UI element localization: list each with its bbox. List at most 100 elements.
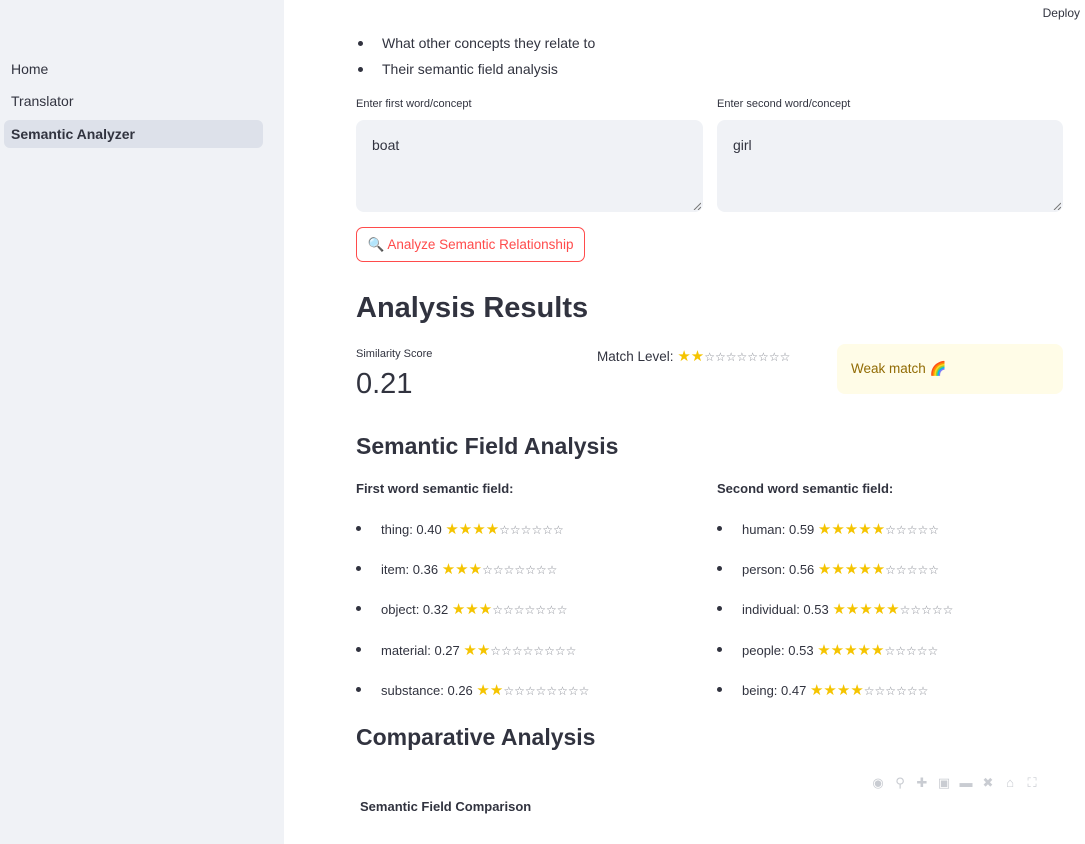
list-item-text: Their semantic field analysis xyxy=(382,61,558,77)
zoom-out-icon[interactable]: ▬ xyxy=(958,775,974,793)
list-item-text: being: 0.47 ★★★★☆☆☆☆☆☆ xyxy=(742,681,928,699)
zoom-in-icon[interactable]: ▣ xyxy=(936,775,952,793)
field-score-label: person: 0.56 xyxy=(742,562,818,577)
bullet-dot xyxy=(356,687,361,692)
star-filled-icon: ★ xyxy=(817,521,832,538)
list-item-text: thing: 0.40 ★★★★☆☆☆☆☆☆ xyxy=(381,520,564,538)
field-score-stars: ★★★★★☆☆☆☆☆ xyxy=(832,601,953,618)
sidebar-item-semantic-analyzer[interactable]: Semantic Analyzer xyxy=(4,120,263,148)
star-empty-icon: ☆ xyxy=(533,644,545,658)
pan-icon[interactable]: ✚ xyxy=(914,775,930,793)
field-score-stars: ★★★★☆☆☆☆☆☆ xyxy=(810,682,928,699)
second-word-input[interactable]: girl xyxy=(717,120,1063,212)
star-filled-icon: ★ xyxy=(823,682,837,699)
chart-toolbar: ◉ ⚲ ✚ ▣ ▬ ✖ ⌂ ⛶ xyxy=(870,775,1040,793)
list-item-text: people: 0.53 ★★★★★☆☆☆☆☆ xyxy=(742,641,938,659)
comparative-analysis-heading: Comparative Analysis xyxy=(356,724,596,750)
star-filled-icon: ★ xyxy=(465,601,479,618)
star-filled-icon: ★ xyxy=(458,521,473,538)
star-empty-icon: ☆ xyxy=(895,644,906,658)
field-score-label: individual: 0.53 xyxy=(742,602,833,617)
star-filled-icon: ★ xyxy=(817,561,832,578)
star-empty-icon: ☆ xyxy=(905,644,917,658)
star-filled-icon: ★ xyxy=(858,521,872,538)
field-score-stars: ★★★★★☆☆☆☆☆ xyxy=(817,561,939,578)
star-filled-icon: ★ xyxy=(831,521,845,538)
star-filled-icon: ★ xyxy=(859,601,873,618)
star-filled-icon: ★ xyxy=(845,601,860,618)
star-filled-icon: ★ xyxy=(831,561,845,578)
semantic-field-heading: Semantic Field Analysis xyxy=(356,433,619,459)
star-filled-icon: ★ xyxy=(445,521,459,538)
bullet-dot xyxy=(356,647,361,652)
star-empty-icon: ☆ xyxy=(704,350,715,364)
field-score-label: object: 0.32 xyxy=(381,602,452,617)
star-filled-icon: ★ xyxy=(690,348,705,365)
bullet-dot xyxy=(356,566,361,571)
first-field-heading: First word semantic field: xyxy=(356,481,514,496)
camera-icon[interactable]: ◉ xyxy=(870,775,886,793)
bullet-dot xyxy=(717,647,722,652)
field-score-stars: ★★★★★☆☆☆☆☆ xyxy=(817,521,939,538)
star-empty-icon: ☆ xyxy=(535,603,547,617)
star-empty-icon: ☆ xyxy=(736,350,748,364)
star-filled-icon: ★ xyxy=(832,601,846,618)
star-filled-icon: ★ xyxy=(476,682,490,699)
sidebar-item-home[interactable]: Home xyxy=(4,55,263,83)
list-item-text: object: 0.32 ★★★☆☆☆☆☆☆☆ xyxy=(381,600,568,618)
field-score-label: substance: 0.26 xyxy=(381,683,477,698)
star-empty-icon: ☆ xyxy=(531,523,543,537)
star-empty-icon: ☆ xyxy=(492,603,503,617)
star-empty-icon: ☆ xyxy=(492,563,504,577)
star-empty-icon: ☆ xyxy=(542,523,553,537)
star-empty-icon: ☆ xyxy=(544,644,555,658)
resize-grip-icon[interactable] xyxy=(1053,202,1061,210)
zoom-icon[interactable]: ⚲ xyxy=(892,775,908,793)
star-empty-icon: ☆ xyxy=(917,523,929,537)
star-empty-icon: ☆ xyxy=(524,603,536,617)
star-empty-icon: ☆ xyxy=(557,684,568,698)
field-score-label: human: 0.59 xyxy=(742,522,818,537)
resize-grip-icon[interactable] xyxy=(693,202,701,210)
bullet-dot xyxy=(358,41,363,46)
star-empty-icon: ☆ xyxy=(863,684,875,698)
main-content: What other concepts they relate to Their… xyxy=(284,0,1085,844)
star-empty-icon: ☆ xyxy=(522,644,534,658)
star-empty-icon: ☆ xyxy=(917,563,929,577)
first-word-input[interactable]: boat xyxy=(356,120,703,212)
star-empty-icon: ☆ xyxy=(525,563,536,577)
list-item-text: individual: 0.53 ★★★★★☆☆☆☆☆ xyxy=(742,600,953,618)
star-empty-icon: ☆ xyxy=(885,684,897,698)
star-empty-icon: ☆ xyxy=(906,563,918,577)
star-empty-icon: ☆ xyxy=(514,684,525,698)
star-filled-icon: ★ xyxy=(872,601,887,618)
list-item-text: human: 0.59 ★★★★★☆☆☆☆☆ xyxy=(742,520,939,538)
star-empty-icon: ☆ xyxy=(482,563,493,577)
star-filled-icon: ★ xyxy=(857,642,871,659)
home-icon[interactable]: ⌂ xyxy=(1002,775,1018,793)
bullet-dot xyxy=(717,566,722,571)
fullscreen-icon[interactable]: ⛶ xyxy=(1024,775,1040,793)
analyze-button[interactable]: 🔍 Analyze Semantic Relationship xyxy=(356,227,585,262)
star-empty-icon: ☆ xyxy=(899,603,911,617)
bullet-dot xyxy=(356,606,361,611)
star-empty-icon: ☆ xyxy=(546,603,557,617)
star-filled-icon: ★ xyxy=(476,642,491,659)
bullet-dot xyxy=(356,526,361,531)
star-empty-icon: ☆ xyxy=(565,644,577,658)
field-score-stars: ★★★★★☆☆☆☆☆ xyxy=(817,642,938,659)
star-empty-icon: ☆ xyxy=(514,563,526,577)
sidebar: Home Translator Semantic Analyzer xyxy=(0,0,284,844)
sidebar-item-translator[interactable]: Translator xyxy=(4,87,263,115)
star-empty-icon: ☆ xyxy=(554,644,566,658)
star-empty-icon: ☆ xyxy=(556,603,568,617)
autoscale-icon[interactable]: ✖ xyxy=(980,775,996,793)
field-score-stars: ★★★☆☆☆☆☆☆☆ xyxy=(442,561,558,578)
field-score-label: being: 0.47 xyxy=(742,683,810,698)
list-item-text: person: 0.56 ★★★★★☆☆☆☆☆ xyxy=(742,560,939,578)
star-empty-icon: ☆ xyxy=(567,684,579,698)
star-empty-icon: ☆ xyxy=(884,644,896,658)
similarity-score-value: 0.21 xyxy=(356,368,413,400)
star-empty-icon: ☆ xyxy=(779,350,791,364)
star-filled-icon: ★ xyxy=(489,682,504,699)
